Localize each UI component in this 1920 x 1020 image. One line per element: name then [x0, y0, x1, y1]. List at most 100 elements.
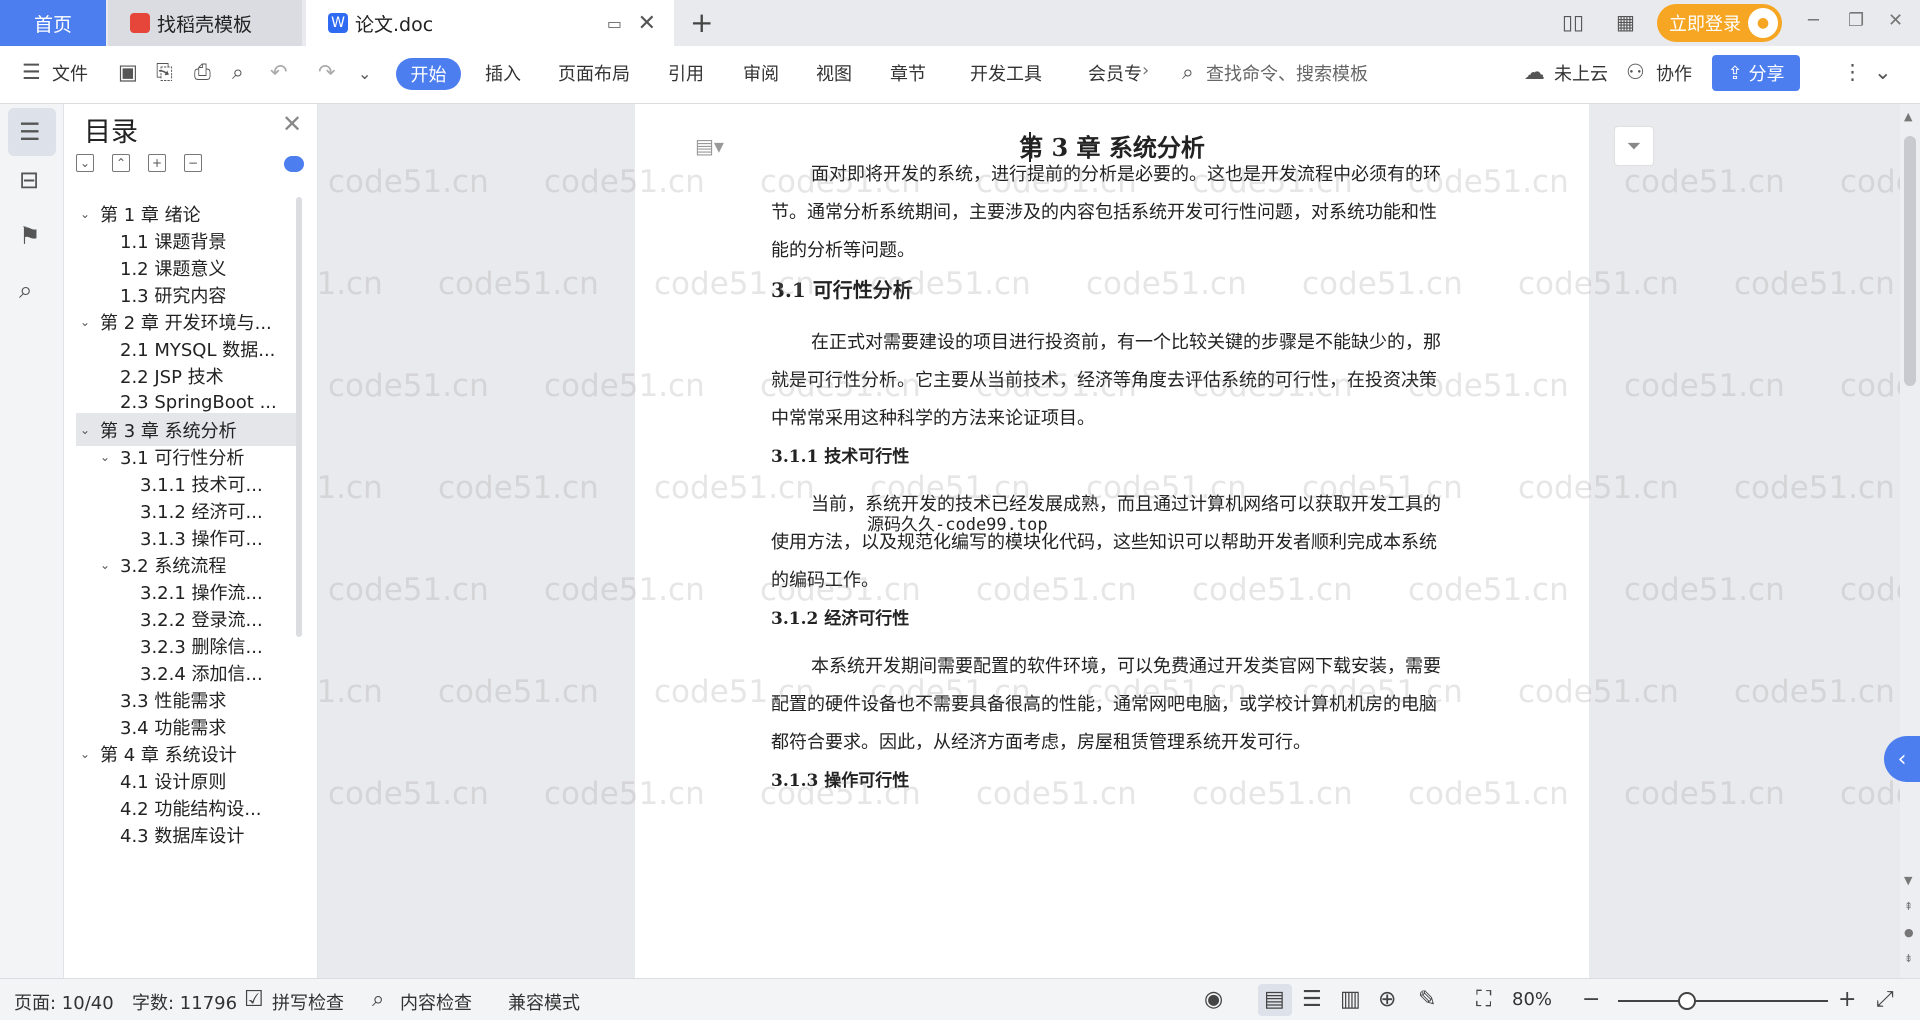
- toc-item-label: 3.2.1 操作流...: [140, 582, 263, 604]
- hamburger-menu-icon[interactable]: ☰: [22, 60, 41, 84]
- economic-feasibility-paragraph: 本系统开发期间需要配置的软件环境，可以免费通过开发类官网下载安装，需要配置的硬件…: [771, 656, 1441, 753]
- cloud-status[interactable]: 未上云: [1554, 60, 1608, 86]
- tab-member[interactable]: 会员专: [1088, 60, 1142, 86]
- watermark-text: code51.cn: [1840, 164, 1900, 200]
- more-options-icon[interactable]: ⋮: [1842, 60, 1863, 84]
- expand-chevron-icon[interactable]: ⌄: [80, 423, 100, 437]
- toc-item-label: 4.1 设计原则: [120, 771, 227, 793]
- watermark-text: code51.cn: [1734, 674, 1895, 710]
- toc-item-label: 2.1 MYSQL 数据...: [120, 339, 276, 361]
- collapse-ribbon-icon[interactable]: ⌄: [1874, 60, 1892, 84]
- toc-panel-icon[interactable]: ☰: [19, 118, 41, 146]
- apps-grid-icon[interactable]: ▦: [1616, 10, 1635, 34]
- close-tab-icon[interactable]: ✕: [638, 11, 656, 36]
- remove-heading-icon[interactable]: −: [184, 154, 202, 172]
- expand-chevron-icon[interactable]: ⌄: [100, 450, 120, 464]
- command-search-input[interactable]: 查找命令、搜索模板: [1206, 60, 1368, 86]
- filter-icon[interactable]: ⏷: [1614, 126, 1654, 166]
- toc-close-icon[interactable]: ✕: [282, 110, 302, 138]
- more-tabs-icon[interactable]: ›: [1142, 60, 1149, 81]
- expand-chevron-icon[interactable]: ⌄: [80, 315, 100, 329]
- minimize-icon[interactable]: ─: [1808, 10, 1819, 31]
- fullscreen-icon[interactable]: ⤢: [1876, 987, 1894, 1012]
- vertical-scrollbar[interactable]: ▲ ▼ ⇞ ● ⇟: [1900, 104, 1920, 978]
- content-check-icon: ⌕: [372, 987, 385, 1012]
- tab-insert[interactable]: 插入: [485, 60, 521, 86]
- export-pdf-icon[interactable]: ⎘: [156, 60, 173, 85]
- watermark-text: code51.cn: [1840, 368, 1900, 404]
- section-heading-3-1-1: 3.1.1 技术可行性: [771, 447, 910, 467]
- expand-chevron-icon[interactable]: ⌄: [80, 747, 100, 761]
- expand-chevron-icon[interactable]: ⌄: [80, 207, 100, 221]
- tab-page-layout[interactable]: 页面布局: [558, 60, 630, 86]
- watermark-text: code51.cn: [1734, 266, 1895, 302]
- left-navigation-rail: ☰ ⊟ ⚑ ⌕: [0, 104, 64, 978]
- word-count[interactable]: 字数: 11796: [132, 989, 237, 1015]
- layout-icon[interactable]: ▯▯: [1562, 10, 1584, 34]
- restore-icon[interactable]: ❐: [1848, 10, 1864, 31]
- scroll-down-icon[interactable]: ▼: [1904, 874, 1912, 887]
- document-page[interactable]: ▤▾ 第 3 章 系统分析 面对即将开发的系统，进行提前的分析是必要的。这也是开…: [635, 104, 1589, 978]
- print-icon[interactable]: ⎙: [194, 60, 211, 85]
- toc-toggle-icon[interactable]: [284, 156, 304, 172]
- expand-chevron-icon[interactable]: ⌄: [100, 558, 120, 572]
- bookmark-icon[interactable]: ⚑: [19, 222, 41, 250]
- zoom-out-icon[interactable]: −: [1582, 987, 1600, 1012]
- print-preview-icon[interactable]: ⌕: [232, 60, 244, 85]
- tab-view[interactable]: 视图: [816, 60, 852, 86]
- login-button[interactable]: 立即登录 ●: [1657, 4, 1782, 42]
- prev-page-icon[interactable]: ⇞: [1904, 900, 1913, 913]
- page-count[interactable]: 页面: 10/40: [14, 989, 114, 1015]
- watermark-text: code51.cn: [1840, 776, 1900, 812]
- screen-icon[interactable]: ▭: [607, 14, 622, 33]
- tab-start[interactable]: 开始: [396, 58, 461, 90]
- page-view-icon[interactable]: ▤: [1264, 987, 1285, 1012]
- undo-icon[interactable]: ↶: [270, 60, 288, 84]
- file-menu[interactable]: 文件: [52, 60, 88, 86]
- tab-document[interactable]: W 论文.doc ▭ ✕: [306, 0, 674, 46]
- quick-access-dropdown-icon[interactable]: ⌄: [358, 64, 371, 83]
- collapse-all-icon[interactable]: ⌃: [112, 154, 130, 172]
- content-check-button[interactable]: 内容检查: [400, 989, 472, 1015]
- tab-home[interactable]: 首页: [0, 0, 106, 46]
- scroll-up-icon[interactable]: ▲: [1904, 110, 1912, 123]
- toc-item-label: 4.3 数据库设计: [120, 825, 245, 847]
- tab-developer[interactable]: 开发工具: [970, 60, 1042, 86]
- web-view-icon[interactable]: ⊕: [1378, 987, 1396, 1012]
- tab-daoke-templates[interactable]: 找稻壳模板: [108, 0, 302, 46]
- status-bar: 页面: 10/40 字数: 11796 ☑ 拼写检查 ⌕ 内容检查 兼容模式 ◉…: [0, 978, 1920, 1020]
- chapter-nav-icon[interactable]: ⊟: [19, 166, 39, 194]
- zoom-slider[interactable]: [1618, 1000, 1828, 1002]
- reading-view-icon[interactable]: ▥: [1340, 987, 1361, 1012]
- window-close-icon[interactable]: ✕: [1888, 10, 1903, 31]
- toc-item-label: 3.3 性能需求: [120, 690, 227, 712]
- toc-item[interactable]: 4.3 数据库设计: [76, 818, 302, 851]
- select-browse-icon[interactable]: ●: [1904, 926, 1914, 939]
- watermark-text: code51.cn: [1624, 776, 1785, 812]
- find-icon[interactable]: ⌕: [19, 276, 32, 304]
- new-tab-button[interactable]: +: [690, 6, 713, 39]
- zoom-in-icon[interactable]: +: [1838, 987, 1856, 1012]
- spellcheck-button[interactable]: 拼写检查: [272, 989, 344, 1015]
- tab-review[interactable]: 审阅: [743, 60, 779, 86]
- section-heading-3-1-3: 3.1.3 操作可行性: [771, 771, 910, 791]
- write-view-icon[interactable]: ✎: [1418, 987, 1436, 1012]
- toc-item-label: 第 1 章 绪论: [100, 204, 201, 226]
- toc-scrollbar[interactable]: [296, 197, 302, 637]
- eye-protection-icon[interactable]: ◉: [1204, 987, 1223, 1012]
- tab-daoke-label: 找稻壳模板: [157, 13, 253, 36]
- expand-all-icon[interactable]: ⌄: [76, 154, 94, 172]
- tab-chapter[interactable]: 章节: [890, 60, 926, 86]
- share-button[interactable]: ⇪ 分享: [1712, 55, 1800, 91]
- fit-page-icon[interactable]: ⛶: [1476, 987, 1491, 1012]
- outline-view-icon[interactable]: ☰: [1302, 987, 1322, 1012]
- zoom-level[interactable]: 80%: [1512, 989, 1552, 1010]
- redo-icon[interactable]: ↷: [318, 60, 336, 84]
- tab-references[interactable]: 引用: [668, 60, 704, 86]
- collaborate-button[interactable]: 协作: [1656, 60, 1692, 86]
- save-icon[interactable]: ▣: [118, 60, 138, 84]
- zoom-slider-knob[interactable]: [1678, 992, 1697, 1010]
- next-page-icon[interactable]: ⇟: [1904, 952, 1913, 965]
- scroll-thumb[interactable]: [1904, 136, 1916, 386]
- add-heading-icon[interactable]: +: [148, 154, 166, 172]
